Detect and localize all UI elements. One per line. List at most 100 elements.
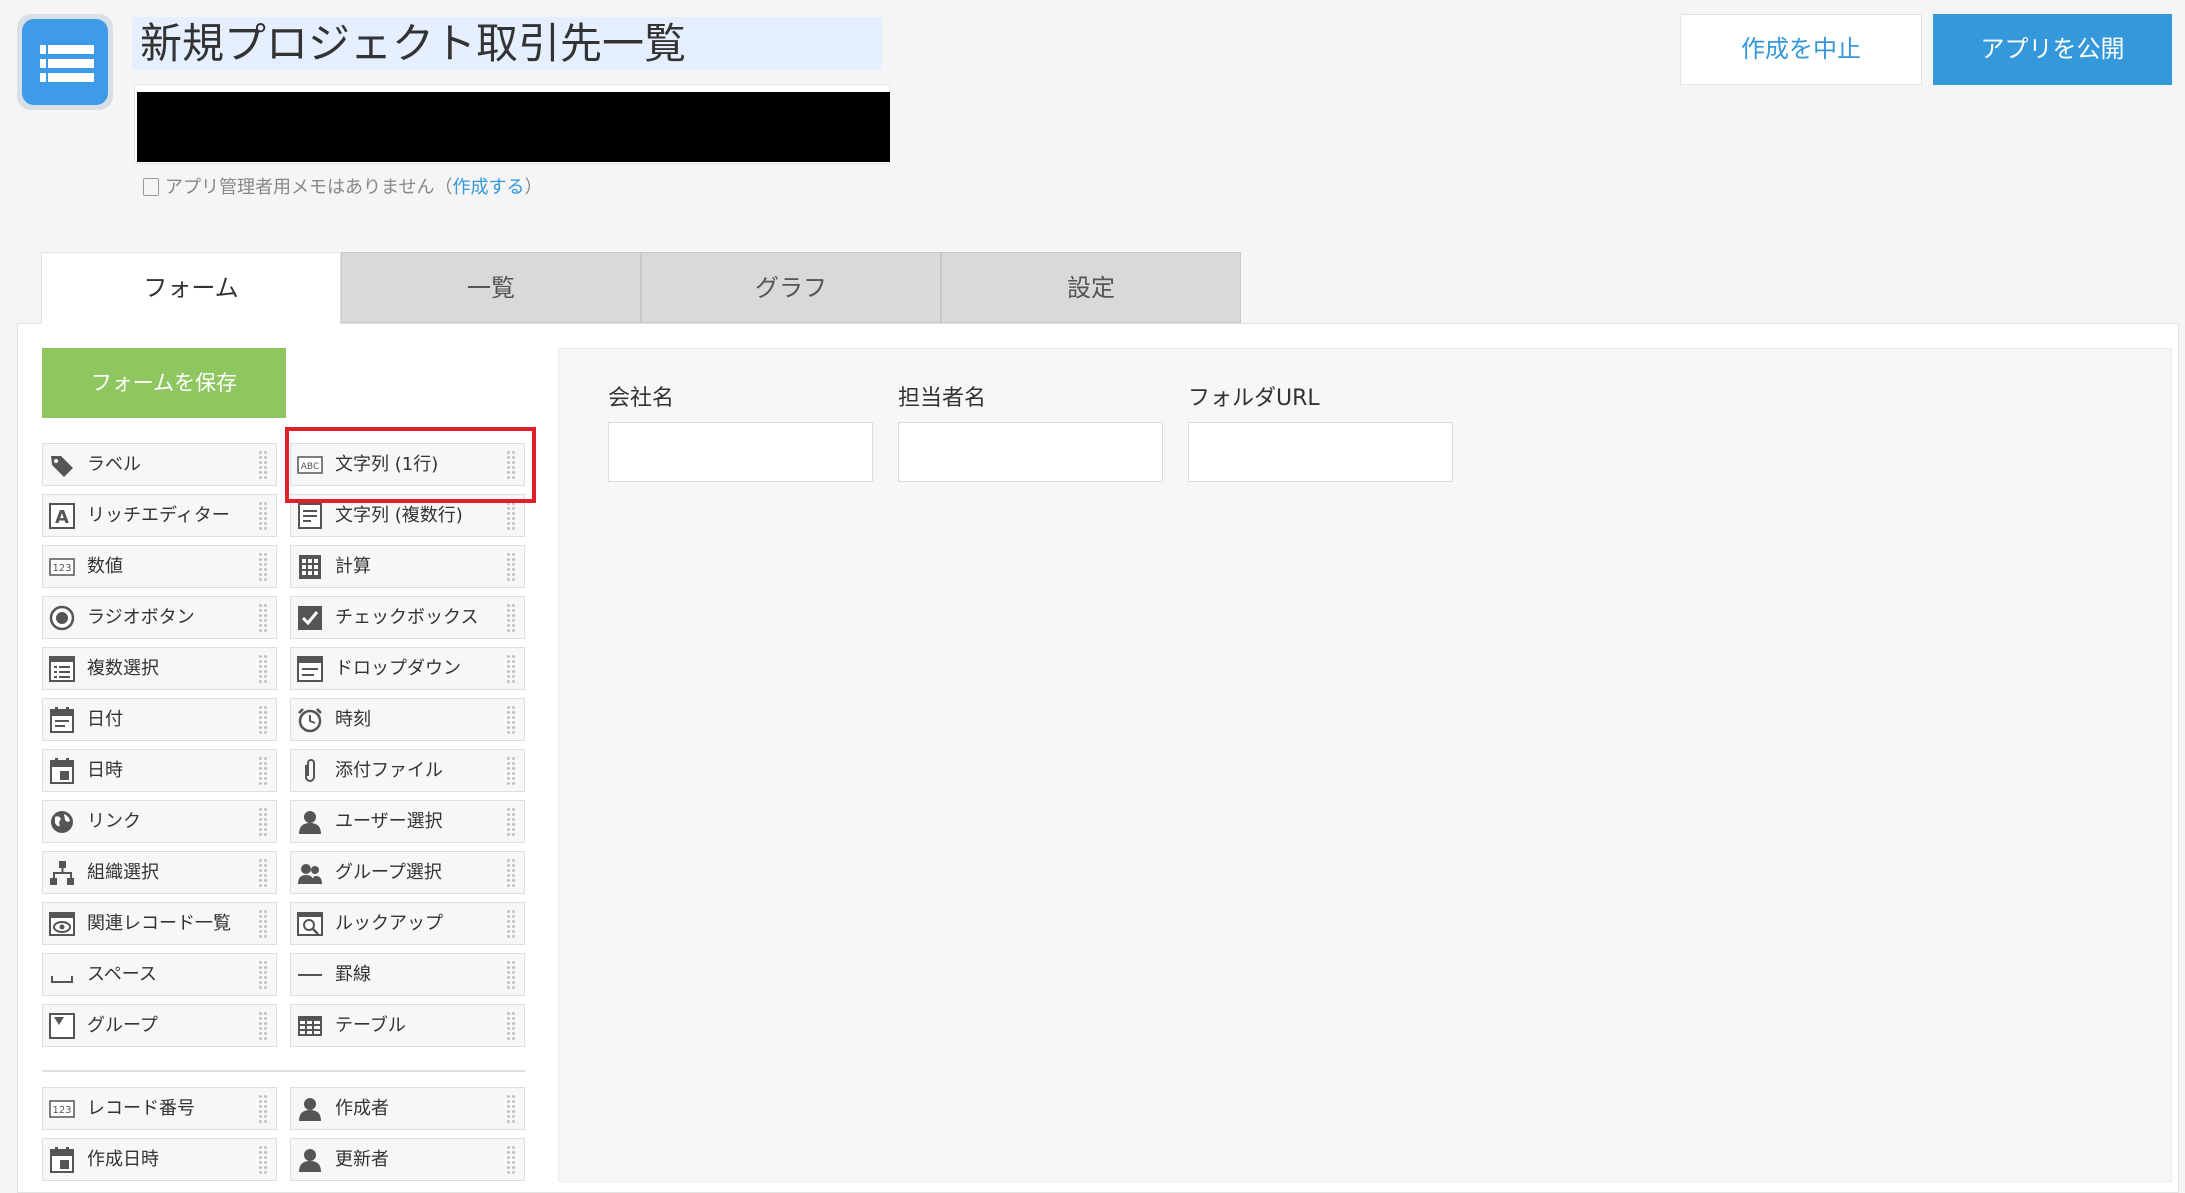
drag-grip-icon[interactable] bbox=[506, 960, 516, 990]
palette-item-label: リンク bbox=[87, 811, 141, 832]
drag-grip-icon[interactable] bbox=[506, 705, 516, 735]
drag-grip-icon[interactable] bbox=[506, 501, 516, 531]
drag-grip-icon[interactable] bbox=[506, 603, 516, 633]
user-icon bbox=[297, 1096, 323, 1122]
folder-url-input[interactable] bbox=[1188, 422, 1453, 482]
svg-text:123: 123 bbox=[52, 563, 71, 574]
palette-item[interactable]: ラベル bbox=[42, 443, 277, 486]
palette-item[interactable]: スペース bbox=[42, 953, 277, 996]
drag-grip-icon[interactable] bbox=[506, 552, 516, 582]
svg-text:123: 123 bbox=[52, 1105, 71, 1116]
field-label-folder-url: フォルダURL bbox=[1188, 386, 1320, 411]
lookup-icon bbox=[297, 911, 323, 937]
palette-item[interactable]: 123 レコード番号 bbox=[42, 1087, 277, 1130]
palette-item-label: スペース bbox=[87, 964, 157, 985]
palette-item[interactable]: 日付 bbox=[42, 698, 277, 741]
palette-item[interactable]: 罫線 bbox=[290, 953, 525, 996]
tab-settings[interactable]: 設定 bbox=[941, 252, 1241, 323]
palette-item-label: ドロップダウン bbox=[335, 658, 461, 679]
palette-item-label: ラベル bbox=[87, 454, 141, 475]
drag-grip-icon[interactable] bbox=[506, 807, 516, 837]
drag-grip-icon[interactable] bbox=[506, 1094, 516, 1124]
drag-grip-icon[interactable] bbox=[258, 552, 268, 582]
palette-item-label: グループ bbox=[87, 1015, 158, 1036]
palette-item-label: 計算 bbox=[335, 556, 371, 577]
drag-grip-icon[interactable] bbox=[506, 756, 516, 786]
drag-grip-icon[interactable] bbox=[506, 1145, 516, 1175]
memo-create-link[interactable]: 作成する bbox=[452, 177, 524, 198]
table-icon bbox=[297, 1013, 323, 1039]
palette-item[interactable]: ルックアップ bbox=[290, 902, 525, 945]
palette-item[interactable]: 添付ファイル bbox=[290, 749, 525, 792]
drag-grip-icon[interactable] bbox=[258, 960, 268, 990]
drag-grip-icon[interactable] bbox=[506, 1011, 516, 1041]
palette-item[interactable]: 複数選択 bbox=[42, 647, 277, 690]
memo-edit-icon bbox=[143, 178, 159, 196]
palette-item-label: 日付 bbox=[87, 709, 123, 730]
related-records-icon bbox=[49, 911, 75, 937]
drag-grip-icon[interactable] bbox=[258, 1094, 268, 1124]
palette-item[interactable]: チェックボックス bbox=[290, 596, 525, 639]
palette-item[interactable]: 時刻 bbox=[290, 698, 525, 741]
drag-grip-icon[interactable] bbox=[258, 1145, 268, 1175]
palette-item[interactable]: グループ選択 bbox=[290, 851, 525, 894]
app-icon[interactable] bbox=[17, 14, 113, 110]
palette-item[interactable]: 123 数値 bbox=[42, 545, 277, 588]
drag-grip-icon[interactable] bbox=[258, 909, 268, 939]
save-form-button[interactable]: フォームを保存 bbox=[42, 348, 286, 418]
drag-grip-icon[interactable] bbox=[506, 858, 516, 888]
datetime-icon bbox=[49, 758, 75, 784]
drag-grip-icon[interactable] bbox=[258, 654, 268, 684]
palette-item[interactable]: 組織選択 bbox=[42, 851, 277, 894]
drag-grip-icon[interactable] bbox=[506, 654, 516, 684]
rich-text-icon: A bbox=[49, 503, 75, 529]
app-name-input[interactable]: 新規プロジェクト取引先一覧 bbox=[132, 17, 882, 70]
tag-icon bbox=[49, 452, 75, 478]
palette-item[interactable]: 計算 bbox=[290, 545, 525, 588]
palette-item[interactable]: 作成者 bbox=[290, 1087, 525, 1130]
drag-grip-icon[interactable] bbox=[258, 756, 268, 786]
tab-list[interactable]: 一覧 bbox=[341, 252, 641, 323]
publish-app-button[interactable]: アプリを公開 bbox=[1933, 14, 2172, 85]
palette-item[interactable]: グループ bbox=[42, 1004, 277, 1047]
company-name-input[interactable] bbox=[608, 422, 873, 482]
palette-item-label: 更新者 bbox=[335, 1149, 389, 1170]
palette-item-label: 組織選択 bbox=[87, 862, 159, 883]
palette-item[interactable]: 作成日時 bbox=[42, 1138, 277, 1181]
radio-icon bbox=[49, 605, 75, 631]
globe-icon bbox=[49, 809, 75, 835]
palette-item-label: ラジオボタン bbox=[87, 607, 195, 628]
multi-select-icon bbox=[49, 656, 75, 682]
palette-item[interactable]: テーブル bbox=[290, 1004, 525, 1047]
contact-name-input[interactable] bbox=[898, 422, 1163, 482]
field-label-company: 会社名 bbox=[608, 386, 675, 411]
palette-item-label: ユーザー選択 bbox=[335, 811, 443, 832]
palette-item-label: 罫線 bbox=[335, 964, 371, 985]
drag-grip-icon[interactable] bbox=[258, 705, 268, 735]
cancel-creation-button[interactable]: 作成を中止 bbox=[1680, 14, 1922, 85]
drag-grip-icon[interactable] bbox=[258, 858, 268, 888]
drag-grip-icon[interactable] bbox=[258, 501, 268, 531]
palette-divider bbox=[42, 1070, 525, 1072]
drag-grip-icon[interactable] bbox=[258, 807, 268, 837]
palette-item[interactable]: 更新者 bbox=[290, 1138, 525, 1181]
palette-item[interactable]: A リッチエディター bbox=[42, 494, 277, 537]
tab-graph[interactable]: グラフ bbox=[641, 252, 941, 323]
palette-item[interactable]: 日時 bbox=[42, 749, 277, 792]
org-icon bbox=[49, 860, 75, 886]
palette-item[interactable]: ドロップダウン bbox=[290, 647, 525, 690]
drag-grip-icon[interactable] bbox=[258, 450, 268, 480]
number-icon: 123 bbox=[49, 554, 75, 580]
drag-grip-icon[interactable] bbox=[258, 1011, 268, 1041]
tab-form[interactable]: フォーム bbox=[41, 252, 341, 324]
admin-memo-line: アプリ管理者用メモはありません（作成する） bbox=[143, 173, 542, 199]
palette-item[interactable]: 関連レコード一覧 bbox=[42, 902, 277, 945]
drag-grip-icon[interactable] bbox=[506, 909, 516, 939]
palette-item[interactable]: ラジオボタン bbox=[42, 596, 277, 639]
clock-icon bbox=[297, 707, 323, 733]
drag-grip-icon[interactable] bbox=[258, 603, 268, 633]
user-icon bbox=[297, 809, 323, 835]
palette-item[interactable]: リンク bbox=[42, 800, 277, 843]
palette-item[interactable]: ユーザー選択 bbox=[290, 800, 525, 843]
redacted-block bbox=[137, 92, 890, 162]
